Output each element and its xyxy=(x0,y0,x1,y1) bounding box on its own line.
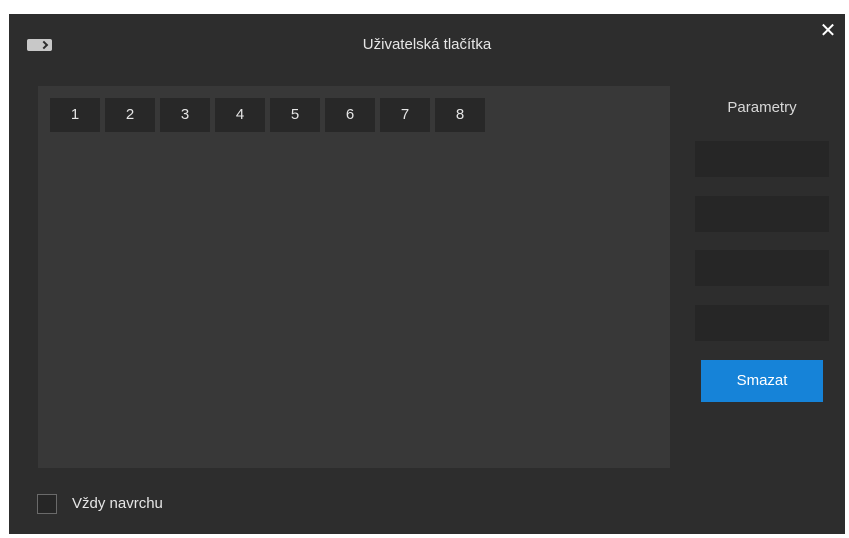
param-field-2[interactable] xyxy=(695,196,829,232)
tab-1[interactable]: 1 xyxy=(50,98,100,132)
tab-6[interactable]: 6 xyxy=(325,98,375,132)
clear-button[interactable]: Smazat xyxy=(701,360,823,402)
user-buttons-window: Uživatelská tlačítka ✕ 1 2 3 4 5 6 7 8 P… xyxy=(9,14,845,534)
params-heading: Parametry xyxy=(727,99,797,116)
tab-7[interactable]: 7 xyxy=(380,98,430,132)
tab-4[interactable]: 4 xyxy=(215,98,265,132)
buttons-panel: 1 2 3 4 5 6 7 8 xyxy=(38,86,670,468)
tab-5[interactable]: 5 xyxy=(270,98,320,132)
close-icon: ✕ xyxy=(819,20,837,42)
close-button[interactable]: ✕ xyxy=(817,20,839,42)
param-field-3[interactable] xyxy=(695,250,829,286)
tab-2[interactable]: 2 xyxy=(105,98,155,132)
tab-3[interactable]: 3 xyxy=(160,98,210,132)
title-bar[interactable]: Uživatelská tlačítka ✕ xyxy=(9,14,845,74)
param-field-1[interactable] xyxy=(695,141,829,177)
always-on-top-label[interactable]: Vždy navrchu xyxy=(72,495,163,512)
window-title: Uživatelská tlačítka xyxy=(362,36,492,53)
tab-8[interactable]: 8 xyxy=(435,98,485,132)
param-field-4[interactable] xyxy=(695,305,829,341)
always-on-top-checkbox[interactable] xyxy=(37,494,57,514)
button-tabs: 1 2 3 4 5 6 7 8 xyxy=(50,98,485,132)
